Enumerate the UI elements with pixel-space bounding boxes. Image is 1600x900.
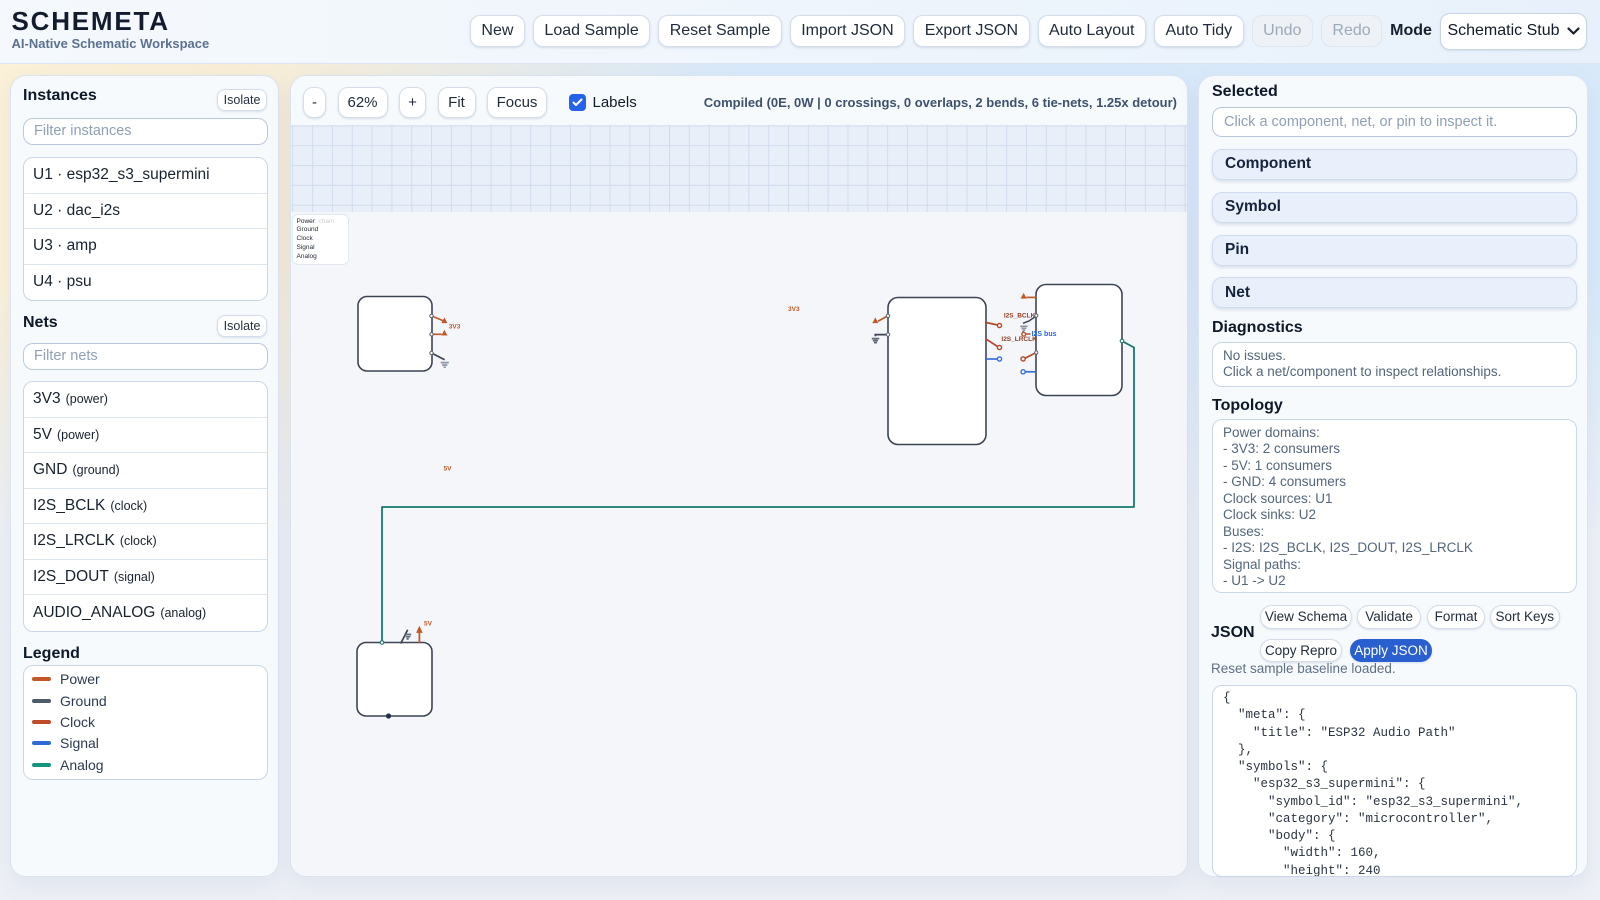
svg-text:5V: 5V xyxy=(424,620,433,627)
svg-text:3V3: 3V3 xyxy=(449,323,461,330)
svg-text:5V: 5V xyxy=(444,465,453,472)
svg-text:I2S_BCLK: I2S_BCLK xyxy=(1004,312,1036,319)
svg-text:3V3: 3V3 xyxy=(788,306,800,313)
svg-text:I2S_LRCLK: I2S_LRCLK xyxy=(1001,336,1037,343)
